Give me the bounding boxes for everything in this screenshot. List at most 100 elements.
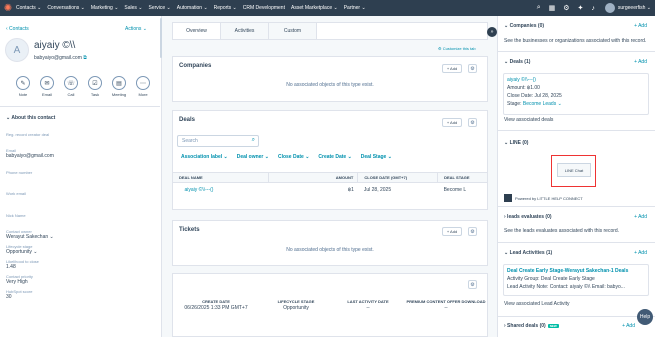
likelihood-value[interactable]: 1.48 xyxy=(6,264,156,270)
email-value[interactable]: babyaiyo@gmail.com xyxy=(6,153,156,159)
more-button[interactable]: ⋯ More xyxy=(132,76,154,97)
lead-activity-name[interactable]: Deal Create Early Stage-Werayut Sakechan… xyxy=(507,267,645,275)
deal-stage[interactable]: Become L xyxy=(438,183,488,197)
score-value[interactable]: 30 xyxy=(6,294,156,300)
user-menu[interactable]: surgeeerfish ⌄ xyxy=(618,5,651,11)
sidebar-scrollbar[interactable] xyxy=(160,18,162,58)
properties-settings-gear-icon[interactable]: ⚙ xyxy=(468,280,477,289)
little-help-connect-logo-icon xyxy=(504,194,512,202)
lifecycle-stage-select[interactable]: Opportunity ⌄ xyxy=(6,249,156,255)
filter-close-date[interactable]: Close Date ⌄ xyxy=(278,154,309,160)
email-icon: ✉ xyxy=(40,76,54,90)
contact-email[interactable]: babyaiyo@gmail.com ⧉ xyxy=(34,55,87,61)
tickets-settings-gear-icon[interactable]: ⚙ xyxy=(468,227,477,236)
add-ticket-button[interactable]: + Add xyxy=(442,227,462,236)
deals-settings-gear-icon[interactable]: ⚙ xyxy=(468,118,477,127)
add-company-link[interactable]: + Add xyxy=(634,23,647,29)
column-close-date[interactable]: CLOSE DATE (GMT+7) xyxy=(357,172,439,183)
property-label: Nick Name xyxy=(6,213,26,218)
filter-deal-owner[interactable]: Deal owner ⌄ xyxy=(237,154,269,160)
notifications-icon[interactable]: ♪ xyxy=(591,5,595,12)
table-row: aiyaiy ©\\---() ฿1 Jul 28, 2025 Become L xyxy=(173,183,488,197)
deal-name-link[interactable]: aiyaiy ©\\---() xyxy=(173,183,269,197)
nav-reports[interactable]: Reports ⌄ xyxy=(214,5,237,11)
hubspot-logo-icon[interactable]: ✺ xyxy=(0,0,16,16)
email-button[interactable]: ✉ Email xyxy=(36,76,58,97)
deal-card-name[interactable]: aiyaiy ©\\---() xyxy=(507,76,645,84)
nav-crm-development[interactable]: CRM Development xyxy=(243,5,285,11)
deal-stage-select[interactable]: Become Leads ⌄ xyxy=(523,101,562,107)
task-button[interactable]: ☑ Task xyxy=(84,76,106,97)
customize-tab-link[interactable]: ⚙ Customize this tab xyxy=(438,46,476,51)
deals-search-input[interactable]: Search ⌕ xyxy=(177,135,259,147)
divider xyxy=(498,206,655,207)
shared-deals-header[interactable]: › Shared deals (0) NEW xyxy=(504,323,559,329)
column-deal-name[interactable]: DEAL NAME xyxy=(172,172,269,183)
filter-create-date[interactable]: Create Date ⌄ xyxy=(318,154,351,160)
add-leads-evaluate-link[interactable]: + Add xyxy=(634,214,647,220)
top-nav: ✺ Contacts ⌄ Conversations ⌄ Marketing ⌄… xyxy=(0,0,655,16)
add-deal-button[interactable]: + Add xyxy=(442,118,462,127)
back-to-contacts-link[interactable]: ‹ Contacts xyxy=(6,26,29,32)
nav-service[interactable]: Service ⌄ xyxy=(149,5,171,11)
view-associated-deals-link[interactable]: View associated deals xyxy=(504,117,654,123)
user-avatar[interactable] xyxy=(604,3,615,13)
view-lead-activity-link[interactable]: View associated Lead Activity xyxy=(504,301,654,307)
tab-overview[interactable]: Overview xyxy=(173,23,221,39)
divider xyxy=(498,242,655,243)
priority-value[interactable]: Very High xyxy=(6,279,156,285)
collapse-sidebar-icon[interactable]: » xyxy=(487,27,497,37)
lead-activities-header[interactable]: ⌄ Lead Activities (1) xyxy=(504,250,552,256)
nav-asset-marketplace[interactable]: Asset Marketplace ⌄ xyxy=(291,5,338,11)
marketplace-icon[interactable]: ▦ xyxy=(549,4,556,12)
label-premium-content: PREMIUM CONTENT OFFER DOWNLOAD xyxy=(406,299,486,304)
contact-avatar: A xyxy=(5,38,29,62)
copy-icon[interactable]: ⧉ xyxy=(83,55,87,61)
line-chat-highlight: LINE Chat xyxy=(551,155,596,187)
add-deal-link[interactable]: + Add xyxy=(634,59,647,65)
help-icon[interactable]: ✦ xyxy=(578,4,584,12)
filter-association-label[interactable]: Association label ⌄ xyxy=(181,154,228,160)
nav-automation[interactable]: Automation ⌄ xyxy=(177,5,208,11)
companies-description: See the businesses or organizations asso… xyxy=(504,38,647,44)
contact-properties: Reg. record creator deal Email babyaiyo@g… xyxy=(6,132,156,304)
leads-evaluates-header[interactable]: › leads evaluates (0) xyxy=(504,214,552,220)
note-button[interactable]: ✎ Note xyxy=(12,76,34,97)
filter-deal-stage[interactable]: Deal Stage ⌄ xyxy=(361,154,392,160)
more-icon: ⋯ xyxy=(136,76,150,90)
companies-settings-gear-icon[interactable]: ⚙ xyxy=(468,64,477,73)
tab-custom[interactable]: Custom xyxy=(269,23,317,39)
companies-title: Companies xyxy=(179,63,212,69)
deals-section-header[interactable]: ⌄ Deals (1) xyxy=(504,59,530,65)
line-section-header[interactable]: ⌄ LINE (0) xyxy=(504,140,528,146)
deal-amount: ฿1 xyxy=(347,186,354,193)
nav-partner[interactable]: Partner ⌄ xyxy=(344,5,366,11)
label-last-activity-date: LAST ACTIVITY DATE xyxy=(347,299,389,304)
search-icon[interactable]: ⌕ xyxy=(537,4,541,12)
column-deal-stage[interactable]: DEAL STAGE xyxy=(437,172,488,183)
companies-section-header[interactable]: ⌄ Companies (0) xyxy=(504,23,544,29)
nav-conversations[interactable]: Conversations ⌄ xyxy=(47,5,85,11)
column-amount[interactable]: AMOUNT xyxy=(267,172,359,183)
deals-title: Deals xyxy=(179,117,196,123)
line-chat-button[interactable]: LINE Chat xyxy=(557,163,591,177)
nav-marketing[interactable]: Marketing ⌄ xyxy=(91,5,119,11)
call-button[interactable]: ☏ Call xyxy=(60,76,82,97)
meeting-button[interactable]: ▤ Meeting xyxy=(108,76,130,97)
deals-filters: Association label ⌄ Deal owner ⌄ Close D… xyxy=(181,154,401,160)
add-lead-activity-link[interactable]: + Add xyxy=(634,250,647,256)
create-date-value: 06/26/2025 1:33 PM GMT+7 xyxy=(184,305,248,311)
lead-activity-card: Deal Create Early Stage-Werayut Sakechan… xyxy=(503,264,649,296)
actions-dropdown[interactable]: Actions ⌄ xyxy=(125,26,147,32)
settings-icon[interactable]: ⚙ xyxy=(563,4,569,12)
add-company-button[interactable]: + Add xyxy=(442,64,462,73)
contact-owner-select[interactable]: Werayut Sakechan ⌄ xyxy=(6,234,156,240)
nav-contacts[interactable]: Contacts ⌄ xyxy=(16,5,41,11)
nav-sales[interactable]: Sales ⌄ xyxy=(124,5,142,11)
tab-activities[interactable]: Activities xyxy=(221,23,269,39)
about-this-contact-header[interactable]: ⌄ About this contact xyxy=(0,106,160,129)
property-label: Work email xyxy=(6,191,26,196)
contact-name[interactable]: aiyaiy ©\\ xyxy=(34,40,75,51)
add-shared-deal-link[interactable]: + Add xyxy=(622,323,635,329)
help-button[interactable]: Help xyxy=(637,309,653,325)
